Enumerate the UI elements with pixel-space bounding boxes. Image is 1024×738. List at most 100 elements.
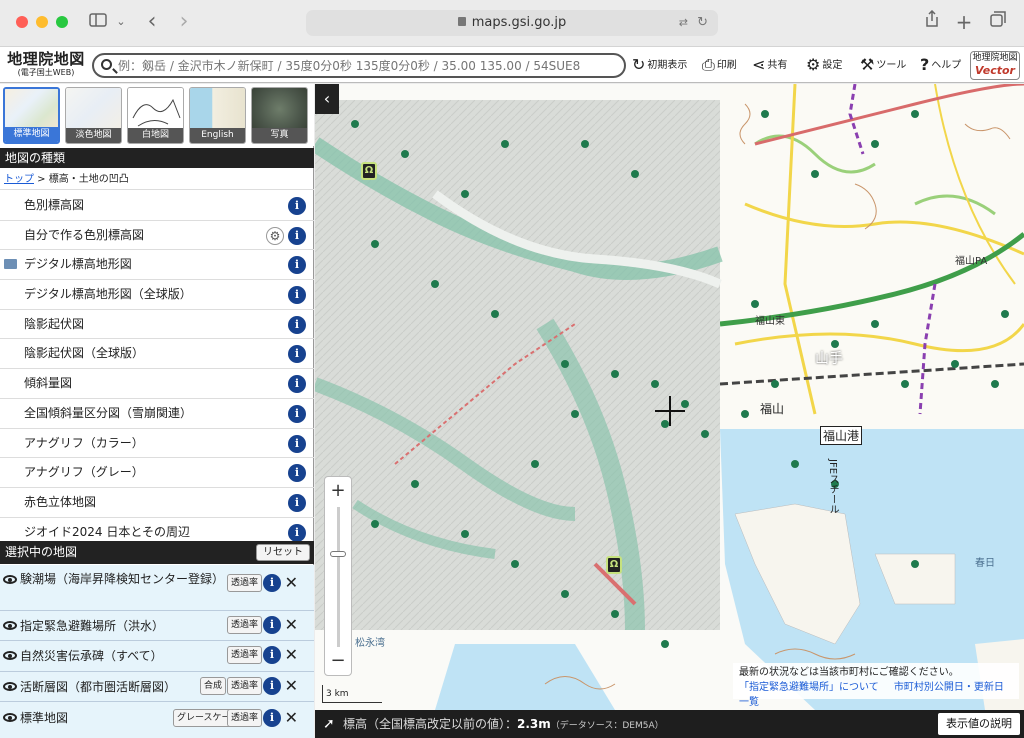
list-item[interactable]: アナグリフ（カラー） i (0, 429, 314, 459)
list-item[interactable]: 陰影起伏図（全球版） i (0, 339, 314, 370)
opacity-button[interactable]: 透過率 (227, 677, 263, 695)
opacity-button[interactable]: 透過率 (227, 574, 263, 592)
map-label-kasuga: 春日 (975, 558, 995, 569)
zoom-track[interactable] (337, 507, 340, 647)
info-icon[interactable]: i (288, 226, 306, 245)
layer-row[interactable]: 標準地図 グレースケール 透過率 i ✕ (0, 702, 314, 736)
info-icon[interactable]: i (288, 493, 306, 512)
info-icon[interactable]: i (288, 375, 306, 394)
tide-station-marker[interactable]: Ω (361, 162, 377, 180)
gear-icon[interactable]: ⚙ (266, 226, 284, 245)
base-map-blank[interactable]: 白地図 (127, 87, 184, 144)
breadcrumb-top-link[interactable]: トップ (4, 174, 34, 185)
close-icon[interactable]: ✕ (285, 574, 298, 592)
translate-icon[interactable]: ⇄ (679, 10, 688, 36)
layer-row[interactable]: 活断層図（都市圏活断層図） 合成 透過率 i ✕ (0, 672, 314, 702)
base-map-pale[interactable]: 淡色地図 (65, 87, 122, 144)
info-icon[interactable]: i (263, 677, 281, 695)
opacity-button[interactable]: 透過率 (227, 646, 263, 664)
eye-icon[interactable] (3, 575, 17, 584)
eye-icon[interactable] (3, 682, 17, 691)
close-icon[interactable]: ✕ (285, 677, 298, 695)
eye-icon[interactable] (3, 621, 17, 630)
list-item[interactable]: デジタル標高地形図 i (0, 250, 314, 281)
share-icon[interactable] (922, 9, 942, 34)
opacity-button[interactable]: 透過率 (227, 709, 263, 727)
close-icon[interactable]: ✕ (285, 616, 298, 634)
logo-subtitle: (電子国土WEB) (17, 68, 75, 77)
forward-button[interactable]: › (174, 10, 194, 34)
list-item[interactable]: 色別標高図 i (0, 191, 314, 221)
composite-button[interactable]: 合成 (200, 677, 227, 695)
search-box[interactable] (92, 53, 626, 78)
zoom-slider-handle[interactable] (330, 551, 346, 557)
map-canvas[interactable]: 福山港 福山 山手 JFEスチール 松永湾 春日 福山東 福山PA Ω Ω ‹ … (315, 84, 1024, 710)
close-icon[interactable]: ✕ (285, 646, 298, 664)
info-icon[interactable]: i (288, 197, 306, 215)
url-text: maps.gsi.go.jp (471, 15, 567, 30)
folder-icon (4, 259, 17, 270)
map-label-yamanote: 山手 (815, 351, 843, 367)
close-window-button[interactable] (16, 16, 28, 28)
settings-button[interactable]: ⚙ 設定 (806, 53, 842, 77)
info-icon[interactable]: i (263, 574, 281, 592)
list-item[interactable]: 全国傾斜量区分図（雪崩関連） i (0, 399, 314, 429)
close-icon[interactable]: ✕ (285, 709, 298, 727)
zoom-out-button[interactable]: − (325, 649, 351, 673)
layer-row[interactable]: 自然災害伝承碑（すべて） 透過率 i ✕ (0, 641, 314, 672)
info-icon[interactable]: i (288, 464, 306, 483)
info-icon[interactable]: i (288, 345, 306, 364)
info-icon[interactable]: i (288, 434, 306, 453)
info-icon[interactable]: i (288, 256, 306, 275)
layer-row[interactable]: 指定緊急避難場所（洪水） 透過率 i ✕ (0, 611, 314, 641)
list-item[interactable]: デジタル標高地形図（全球版） i (0, 280, 314, 310)
base-map-photo[interactable]: 写真 (251, 87, 308, 144)
tab-overview-icon[interactable] (988, 10, 1008, 34)
eye-icon[interactable] (3, 713, 17, 722)
evacuation-info-link[interactable]: 「指定緊急避難場所」について (739, 682, 879, 693)
collapse-panel-button[interactable]: ‹ (315, 84, 339, 114)
layer-row[interactable]: 験潮場（海岸昇降検知センター登録） 透過率 i ✕ (0, 565, 314, 611)
reset-button[interactable]: リセット (256, 544, 310, 561)
info-icon[interactable]: i (288, 404, 306, 423)
base-map-standard[interactable]: 標準地図 (3, 87, 60, 144)
info-icon[interactable]: i (288, 315, 306, 334)
info-icon[interactable]: i (263, 616, 281, 634)
search-input[interactable] (118, 57, 618, 75)
chevron-down-icon[interactable]: ⌄ (115, 10, 127, 34)
value-description-button[interactable]: 表示値の説明 (938, 713, 1020, 735)
zoom-window-button[interactable] (56, 16, 68, 28)
reload-icon[interactable]: ↻ (697, 10, 708, 36)
list-item[interactable]: ジオイド2024 日本とその周辺 i (0, 518, 314, 541)
info-icon[interactable]: i (263, 709, 281, 727)
base-map-english[interactable]: English (189, 87, 246, 144)
info-icon[interactable]: i (263, 646, 281, 664)
zoom-in-button[interactable]: + (325, 479, 351, 503)
tide-station-marker[interactable]: Ω (606, 556, 622, 574)
info-icon[interactable]: i (288, 523, 306, 541)
info-icon[interactable]: i (288, 286, 306, 305)
location-arrow-icon[interactable]: ➚ (323, 710, 335, 738)
list-item[interactable]: アナグリフ（グレー） i (0, 458, 314, 488)
list-item[interactable]: 陰影起伏図 i (0, 310, 314, 340)
vector-map-button[interactable]: 地理院地図 Vector (970, 51, 1020, 80)
sidebar-toggle-icon[interactable] (88, 10, 108, 34)
map-label-pa: 福山PA (955, 256, 988, 267)
list-item[interactable]: 自分で作る色別標高図 ⚙ i (0, 221, 314, 251)
reset-view-button[interactable]: ↻ 初期表示 (632, 53, 687, 77)
print-button[interactable]: ⎙ 印刷 (702, 53, 737, 77)
list-item[interactable]: 赤色立体地図 i (0, 488, 314, 518)
share-nodes-icon: ⋖ (752, 55, 766, 74)
new-tab-icon[interactable]: + (954, 10, 974, 34)
back-button[interactable]: ‹ (142, 10, 162, 34)
opacity-button[interactable]: 透過率 (227, 616, 263, 634)
share-button[interactable]: ⋖ 共有 (752, 53, 787, 77)
tools-button[interactable]: ⚒ ツール (860, 53, 906, 77)
address-bar[interactable]: maps.gsi.go.jp ⇄ ↻ (306, 10, 718, 36)
help-button[interactable]: ? ヘルプ (920, 53, 961, 77)
minimize-window-button[interactable] (36, 16, 48, 28)
printer-icon: ⎙ (702, 55, 715, 74)
list-item[interactable]: 傾斜量図 i (0, 369, 314, 399)
gsi-logo[interactable]: 地理院地図 (電子国土WEB) (4, 50, 88, 78)
eye-icon[interactable] (3, 651, 17, 660)
